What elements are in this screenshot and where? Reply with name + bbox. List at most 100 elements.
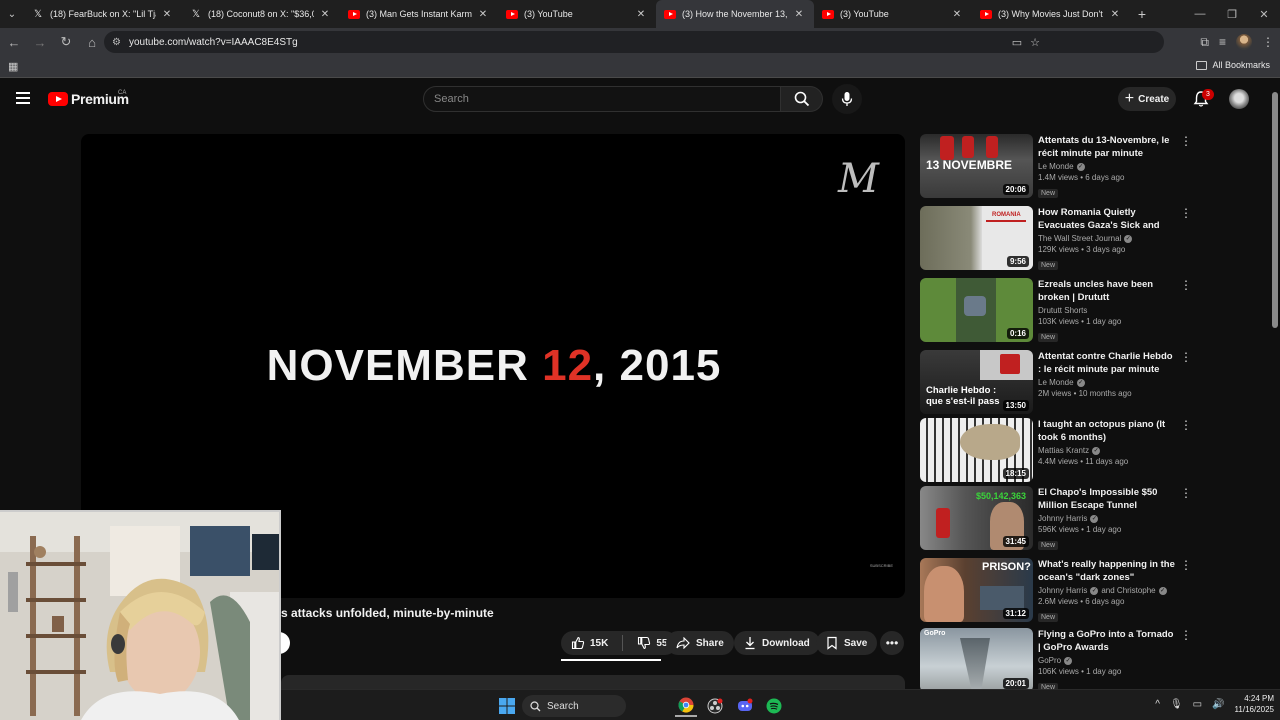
browser-tab[interactable]: (3) YouTube ✕ [814, 0, 972, 28]
windows-start-icon[interactable] [497, 695, 517, 717]
video-thumbnail[interactable]: GoPro 20:01 [920, 628, 1033, 692]
close-tab-icon[interactable]: ✕ [950, 9, 964, 20]
create-button[interactable]: + Create [1118, 87, 1176, 111]
close-tab-icon[interactable]: ✕ [792, 9, 806, 20]
voice-search-button[interactable] [832, 84, 862, 114]
more-options-icon[interactable]: ⋮ [1180, 135, 1192, 147]
description-box[interactable] [281, 675, 905, 689]
recommendation-item[interactable]: 18:15 I taught an octopus piano (It took… [920, 418, 1192, 482]
volume-icon[interactable]: 🔊 [1212, 699, 1224, 710]
search-input[interactable]: Search [423, 86, 781, 112]
obs-taskbar-icon[interactable] [704, 695, 726, 717]
new-tab-icon[interactable]: + [1130, 6, 1154, 22]
reload-icon[interactable]: ↻ [54, 30, 78, 54]
video-thumbnail[interactable]: ROMANIA 9:56 [920, 206, 1033, 270]
maximize-icon[interactable]: ❐ [1216, 0, 1248, 28]
channel-name[interactable]: The Wall Street Journal [1038, 234, 1121, 243]
channel-name[interactable]: Johnny Harris [1038, 586, 1087, 595]
spotify-taskbar-icon[interactable] [763, 695, 785, 717]
back-icon[interactable]: ← [2, 30, 26, 54]
video-thumbnail[interactable]: 0:16 [920, 278, 1033, 342]
browser-menu-icon[interactable]: ⋮ [1262, 35, 1274, 49]
like-button[interactable]: 15K [571, 636, 608, 650]
video-title[interactable]: Flying a GoPro into a Tornado | GoPro Aw… [1038, 628, 1178, 654]
more-options-icon[interactable]: ⋮ [1180, 487, 1192, 499]
video-thumbnail[interactable]: 18:15 [920, 418, 1033, 482]
home-icon[interactable]: ⌂ [80, 30, 104, 54]
channel-name[interactable]: Mattias Krantz [1038, 446, 1089, 455]
video-title[interactable]: Attentats du 13-Novembre, le récit minut… [1038, 134, 1178, 160]
browser-tab[interactable]: (3) Man Gets Instant Karma Aft ✕ [340, 0, 498, 28]
chrome-taskbar-icon[interactable] [675, 695, 697, 717]
close-tab-icon[interactable]: ✕ [476, 9, 490, 20]
extensions-icon[interactable]: ⧉ [1200, 35, 1209, 50]
taskbar-search[interactable]: Search [522, 695, 626, 717]
tray-overflow-icon[interactable]: ^ [1155, 699, 1160, 710]
download-button[interactable]: Download [734, 631, 820, 655]
more-actions-icon[interactable]: ••• [880, 631, 904, 655]
video-thumbnail[interactable]: Charlie Hebdo : que s'est-il pass 13:50 [920, 350, 1033, 414]
recommendation-item[interactable]: ROMANIA 9:56 How Romania Quietly Evacuat… [920, 206, 1192, 270]
recommendation-item[interactable]: 13 NOVEMBRE 20:06 Attentats du 13-Novemb… [920, 134, 1192, 198]
video-title[interactable]: Attentat contre Charlie Hebdo : le récit… [1038, 350, 1178, 376]
close-tab-icon[interactable]: ✕ [318, 9, 332, 20]
channel-name[interactable]: Drututt Shorts [1038, 306, 1087, 315]
network-icon[interactable]: ▭ [1193, 699, 1202, 710]
search-button[interactable] [781, 86, 823, 112]
account-avatar[interactable] [1229, 89, 1249, 109]
cast-icon[interactable]: ▭ [1012, 36, 1022, 49]
more-options-icon[interactable]: ⋮ [1180, 279, 1192, 291]
video-title[interactable]: Ezreals uncles have been broken | Drutut… [1038, 278, 1178, 304]
channel-name[interactable]: Le Monde [1038, 162, 1074, 171]
all-bookmarks-button[interactable]: All Bookmarks [1196, 60, 1270, 70]
channel-name[interactable]: Johnny Harris [1038, 514, 1087, 523]
recommendation-item[interactable]: Charlie Hebdo : que s'est-il pass 13:50 … [920, 350, 1192, 414]
save-button[interactable]: Save [816, 631, 878, 655]
scrollbar-thumb[interactable] [1272, 92, 1278, 328]
close-tab-icon[interactable]: ✕ [160, 9, 174, 20]
hamburger-menu-icon[interactable] [16, 92, 30, 104]
system-clock[interactable]: 4:24 PM 11/16/2025 [1235, 693, 1274, 715]
browser-tab-active[interactable]: (3) How the November 13, 201 ✕ [656, 0, 814, 28]
more-options-icon[interactable]: ⋮ [1180, 629, 1192, 641]
share-button[interactable]: Share [666, 631, 734, 655]
browser-tab[interactable]: 𝕏 (18) FearBuck on X: "Lil Tjay is g ✕ [24, 0, 182, 28]
subscribe-watermark[interactable]: SUBSCRIBE [870, 563, 893, 568]
forward-icon[interactable]: → [28, 30, 52, 54]
browser-tab[interactable]: (3) YouTube ✕ [498, 0, 656, 28]
more-options-icon[interactable]: ⋮ [1180, 351, 1192, 363]
close-window-icon[interactable]: ✕ [1248, 0, 1280, 28]
video-thumbnail[interactable]: 13 NOVEMBRE 20:06 [920, 134, 1033, 198]
video-thumbnail[interactable]: PRISON? 31:12 [920, 558, 1033, 622]
reading-list-icon[interactable]: ≡ [1219, 35, 1226, 49]
channel-name[interactable]: Le Monde [1038, 378, 1074, 387]
tab-search-dropdown-icon[interactable]: ⌄ [0, 0, 24, 28]
bookmark-star-icon[interactable]: ☆ [1030, 36, 1040, 49]
more-options-icon[interactable]: ⋮ [1180, 207, 1192, 219]
discord-taskbar-icon[interactable] [734, 695, 756, 717]
video-title[interactable]: El Chapo's Impossible $50 Million Escape… [1038, 486, 1178, 512]
video-title[interactable]: What's really happening in the ocean's "… [1038, 558, 1178, 584]
recommendation-item[interactable]: GoPro 20:01 Flying a GoPro into a Tornad… [920, 628, 1192, 692]
dislike-button[interactable]: 55 [637, 636, 667, 650]
browser-tab[interactable]: 𝕏 (18) Coconut8 on X: "$36,00 ✕ [182, 0, 340, 28]
close-tab-icon[interactable]: ✕ [634, 9, 648, 20]
more-options-icon[interactable]: ⋮ [1180, 559, 1192, 571]
channel-name[interactable]: GoPro [1038, 656, 1061, 665]
more-options-icon[interactable]: ⋮ [1180, 419, 1192, 431]
video-title[interactable]: I taught an octopus piano (It took 6 mon… [1038, 418, 1178, 444]
recommendation-item[interactable]: 0:16 Ezreals uncles have been broken | D… [920, 278, 1192, 342]
microphone-tray-icon[interactable]: 🎙 [1170, 699, 1183, 710]
youtube-premium-logo[interactable]: Premium [48, 91, 129, 107]
recommendation-item[interactable]: $50,142,363 31:45 El Chapo's Impossible … [920, 486, 1192, 550]
minimize-icon[interactable]: — [1184, 0, 1216, 28]
video-thumbnail[interactable]: $50,142,363 31:45 [920, 486, 1033, 550]
profile-avatar[interactable] [1236, 34, 1252, 50]
video-title[interactable]: How Romania Quietly Evacuates Gaza's Sic… [1038, 206, 1178, 232]
apps-grid-icon[interactable]: ▦ [8, 60, 18, 73]
close-tab-icon[interactable]: ✕ [1108, 9, 1122, 20]
site-info-icon[interactable]: ⚙ [112, 37, 121, 48]
recommendation-item[interactable]: PRISON? 31:12 What's really happening in… [920, 558, 1192, 622]
browser-tab[interactable]: (3) Why Movies Just Don't Fee ✕ [972, 0, 1130, 28]
address-bar[interactable]: ⚙ youtube.com/watch?v=IAAAC8E4STg ▭ ☆ [104, 31, 1164, 53]
